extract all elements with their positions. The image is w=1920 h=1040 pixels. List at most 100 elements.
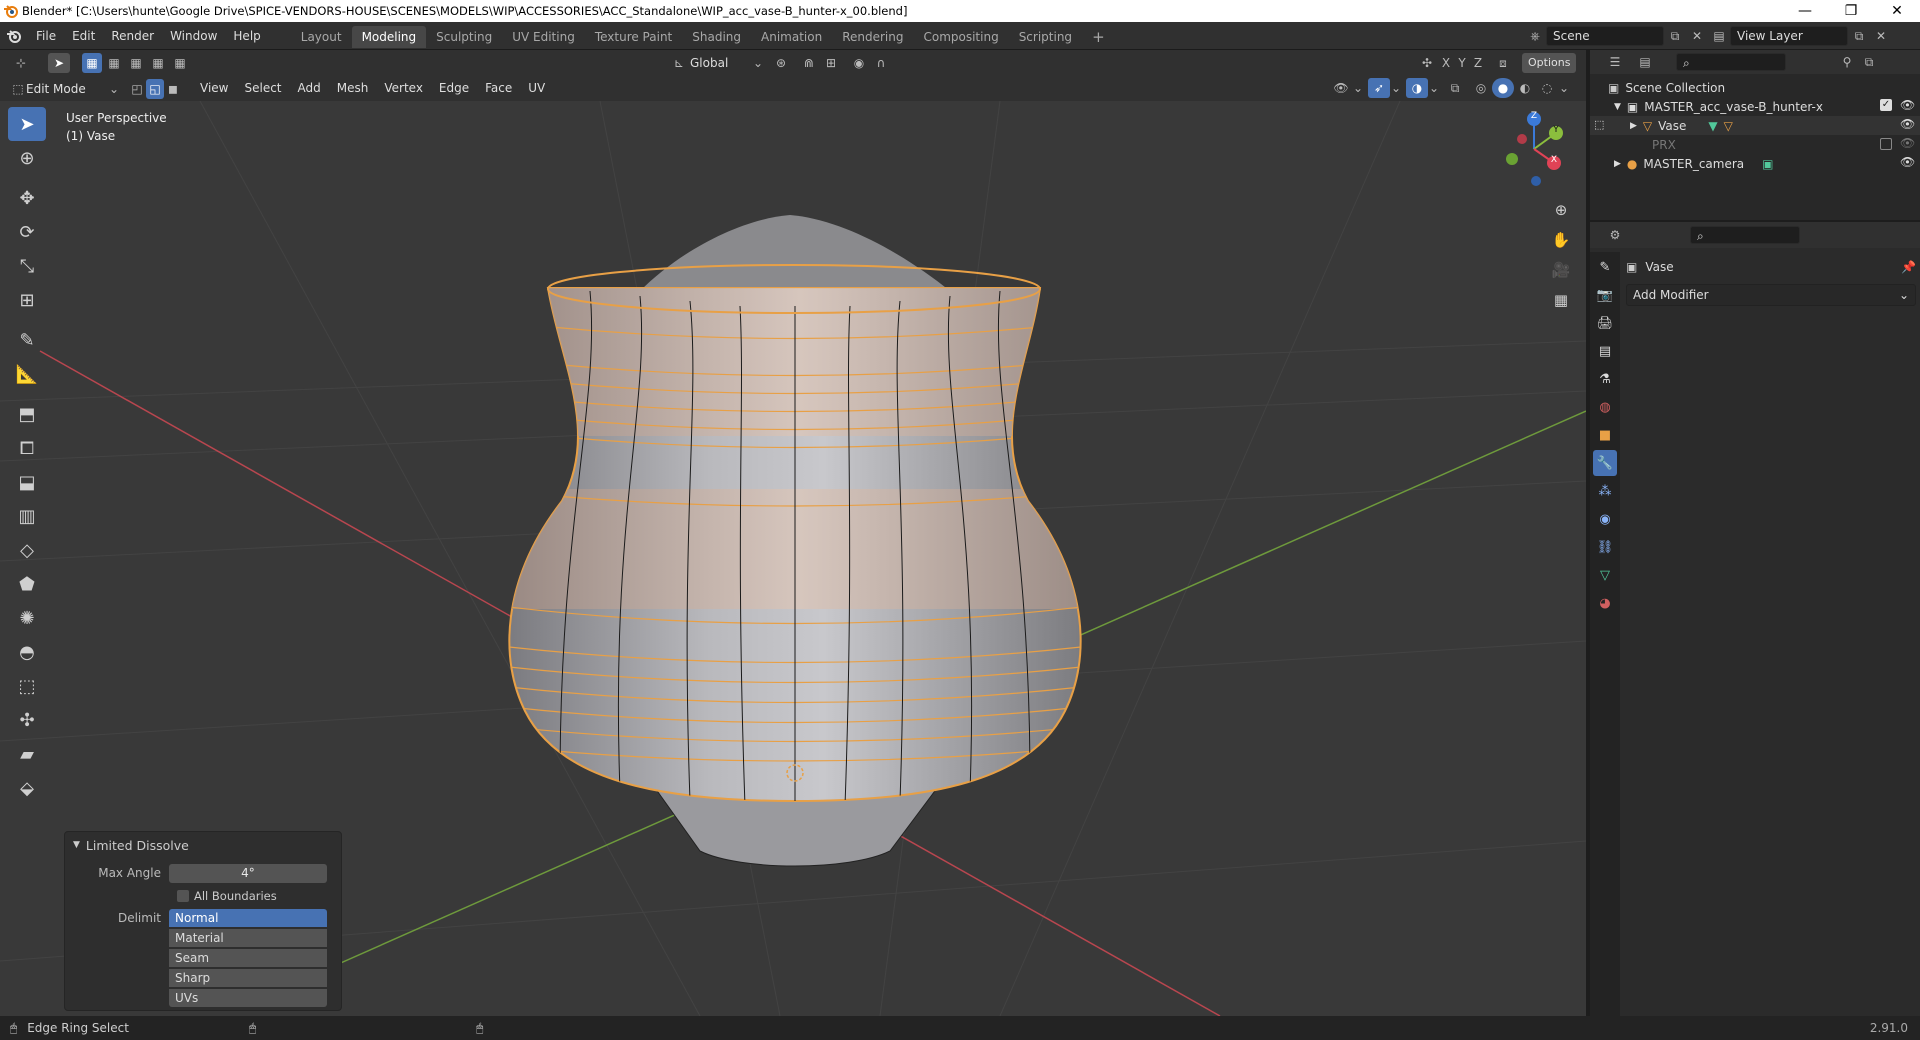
delete-view-layer-icon[interactable]: ✕	[1870, 26, 1892, 46]
menu-render[interactable]: Render	[103, 22, 162, 50]
scene-tab-icon[interactable]: ⚗	[1593, 366, 1617, 392]
edit-mode-indicator-icon[interactable]: ⬚	[1594, 118, 1604, 131]
object-tab-icon[interactable]: ■	[1593, 422, 1617, 448]
filter-icon[interactable]: ⚲	[1836, 52, 1858, 72]
delimit-seam[interactable]: Seam	[169, 949, 327, 967]
mirror-y-toggle[interactable]: Y	[1454, 53, 1470, 73]
tool-tab-icon[interactable]: ✎	[1593, 254, 1617, 280]
perspective-toggle-icon[interactable]: ▦	[1548, 285, 1574, 315]
menu-mesh[interactable]: Mesh	[329, 76, 377, 101]
tab-shading[interactable]: Shading	[682, 26, 751, 48]
tab-scripting[interactable]: Scripting	[1009, 26, 1082, 48]
delimit-uvs[interactable]: UVs	[169, 989, 327, 1007]
visibility-icon[interactable]: 👁	[1330, 78, 1352, 98]
eye-icon[interactable]: 👁	[1900, 155, 1915, 169]
rotate-tool-icon[interactable]: ⟳	[8, 215, 46, 249]
edge-select-icon[interactable]: ◱	[146, 78, 164, 99]
properties-editor-icon[interactable]: ⚙	[1604, 225, 1626, 245]
tab-modeling[interactable]: Modeling	[351, 26, 427, 48]
editor-type-icon[interactable]: ⊹	[10, 53, 32, 73]
outliner-item-prx[interactable]: PRX	[1652, 138, 1676, 152]
options-dropdown[interactable]: Options	[1522, 53, 1577, 73]
tab-rendering[interactable]: Rendering	[832, 26, 913, 48]
vertex-select-icon[interactable]: ◰	[128, 79, 146, 99]
mesh-data-icon[interactable]: ▼	[1708, 119, 1717, 133]
constraints-tab-icon[interactable]: ⛓	[1593, 534, 1617, 560]
scale-tool-icon[interactable]: ⤡	[8, 249, 46, 283]
material-tab-icon[interactable]: ◕	[1593, 590, 1617, 616]
spin-tool-icon[interactable]: ✺	[8, 601, 46, 635]
delimit-normal[interactable]: Normal	[169, 909, 327, 927]
pin-icon[interactable]: 📌	[1901, 260, 1916, 274]
navigation-gizmo[interactable]: Z Y X	[1494, 109, 1574, 189]
select-extend-icon[interactable]: ▦	[104, 53, 124, 73]
knife-tool-icon[interactable]: ◇	[8, 533, 46, 567]
transform-orientation-dropdown[interactable]: Global	[690, 56, 752, 70]
poly-build-tool-icon[interactable]: ⬟	[8, 567, 46, 601]
tab-uv-editing[interactable]: UV Editing	[502, 26, 585, 48]
physics-tab-icon[interactable]: ◉	[1593, 506, 1617, 532]
scene-selector-icon[interactable]: ⎈	[1524, 26, 1546, 46]
mirror-x-toggle[interactable]: X	[1438, 53, 1454, 73]
exclude-checkbox[interactable]	[1880, 138, 1892, 150]
cursor-tool-icon[interactable]: ⊕	[8, 141, 46, 175]
pivot-point-icon[interactable]: ⊛	[770, 53, 792, 73]
modifier-object-icon[interactable]: ▽	[1724, 119, 1733, 133]
move-tool-icon[interactable]: ✥	[8, 181, 46, 215]
view-layer-icon[interactable]: ▤	[1708, 26, 1730, 46]
falloff-icon[interactable]: ∩	[870, 53, 892, 73]
outliner-item-master-vase[interactable]: MASTER_acc_vase-B_hunter-x	[1644, 100, 1823, 114]
view-layer-tab-icon[interactable]: ▤	[1593, 338, 1617, 364]
transform-tool-icon[interactable]: ⊞	[8, 283, 46, 317]
zoom-icon[interactable]: ⊕	[1548, 195, 1574, 225]
delimit-material[interactable]: Material	[169, 929, 327, 947]
eye-icon[interactable]: 👁	[1900, 136, 1915, 150]
eye-icon[interactable]: 👁	[1900, 117, 1915, 131]
modifier-tab-icon[interactable]: 🔧	[1593, 450, 1617, 476]
menu-select[interactable]: Select	[236, 76, 289, 101]
camera-view-icon[interactable]: 🎥	[1548, 255, 1574, 285]
tab-compositing[interactable]: Compositing	[913, 26, 1008, 48]
rip-tool-icon[interactable]: ⬙	[8, 771, 46, 805]
expand-arrow-icon[interactable]: ▼	[1614, 102, 1621, 112]
auto-merge-icon[interactable]: ⧈	[1492, 53, 1514, 73]
collapse-arrow-icon[interactable]: ▼	[73, 840, 80, 850]
minimize-button[interactable]: —	[1782, 0, 1828, 22]
solid-shading-icon[interactable]: ●	[1492, 78, 1514, 98]
select-new-icon[interactable]: ▦	[82, 53, 102, 73]
select-intersect-icon[interactable]: ▦	[170, 53, 190, 73]
shear-tool-icon[interactable]: ▰	[8, 737, 46, 771]
loop-cut-tool-icon[interactable]: ▥	[8, 499, 46, 533]
edge-slide-tool-icon[interactable]: ⬚	[8, 669, 46, 703]
camera-data-icon[interactable]: ▣	[1762, 157, 1773, 171]
outliner-scene-collection[interactable]: Scene Collection	[1625, 81, 1725, 95]
annotate-tool-icon[interactable]: ✎	[8, 323, 46, 357]
select-box-tool-icon[interactable]: ➤	[8, 107, 46, 141]
outliner-search-input[interactable]: ⌕	[1676, 53, 1786, 71]
transform-orientation-icon[interactable]: ⊾	[668, 53, 690, 73]
select-invert-icon[interactable]: ▦	[148, 53, 168, 73]
menu-edge[interactable]: Edge	[431, 76, 477, 101]
eye-icon[interactable]: 👁	[1900, 98, 1915, 112]
tab-texture-paint[interactable]: Texture Paint	[585, 26, 682, 48]
pan-hand-icon[interactable]: ✋	[1548, 225, 1574, 255]
tab-layout[interactable]: Layout	[291, 26, 352, 48]
data-tab-icon[interactable]: ▽	[1593, 562, 1617, 588]
3d-viewport[interactable]: User Perspective (1) Vase ➤ ⊕ ✥ ⟳ ⤡ ⊞ ✎ …	[0, 101, 1586, 1016]
material-shading-icon[interactable]: ◐	[1514, 78, 1536, 98]
mode-dropdown[interactable]: Edit Mode	[26, 82, 108, 96]
all-boundaries-checkbox[interactable]	[177, 890, 189, 902]
rendered-shading-icon[interactable]: ◌	[1536, 78, 1558, 98]
add-workspace-button[interactable]: +	[1082, 26, 1115, 48]
close-button[interactable]: ✕	[1874, 0, 1920, 22]
menu-view[interactable]: View	[192, 76, 236, 101]
new-scene-icon[interactable]: ⧉	[1664, 26, 1686, 46]
display-mode-icon[interactable]: ▤	[1634, 52, 1656, 72]
extrude-tool-icon[interactable]: ⬒	[8, 397, 46, 431]
menu-add[interactable]: Add	[290, 76, 329, 101]
tab-sculpting[interactable]: Sculpting	[426, 26, 502, 48]
view-layer-field[interactable]: View Layer	[1730, 26, 1848, 46]
select-subtract-icon[interactable]: ▦	[126, 53, 146, 73]
expand-arrow-icon[interactable]: ▶	[1630, 121, 1637, 131]
panel-title[interactable]: Limited Dissolve	[86, 838, 189, 853]
